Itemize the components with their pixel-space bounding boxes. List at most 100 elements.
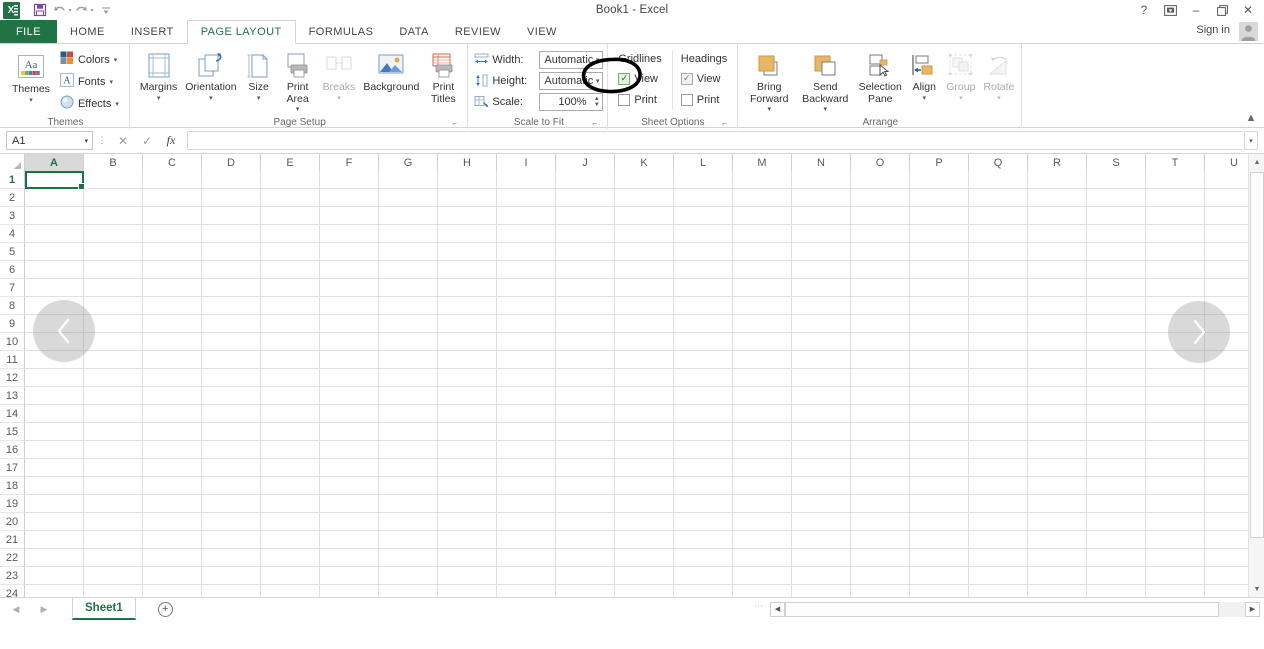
headings-print-checkbox[interactable] <box>680 93 693 106</box>
cell-J16[interactable] <box>556 441 615 459</box>
cell-J19[interactable] <box>556 495 615 513</box>
vertical-scroll-track[interactable] <box>1249 170 1264 581</box>
cell-G22[interactable] <box>379 549 438 567</box>
cell-J2[interactable] <box>556 189 615 207</box>
cell-P14[interactable] <box>910 405 969 423</box>
margins-button[interactable]: Margins ▾ <box>136 48 181 102</box>
cell-M23[interactable] <box>733 567 792 585</box>
cell-I12[interactable] <box>497 369 556 387</box>
cell-S3[interactable] <box>1087 207 1146 225</box>
cell-L19[interactable] <box>674 495 733 513</box>
cell-L2[interactable] <box>674 189 733 207</box>
cell-T19[interactable] <box>1146 495 1205 513</box>
cell-Q12[interactable] <box>969 369 1028 387</box>
cell-P11[interactable] <box>910 351 969 369</box>
cell-A15[interactable] <box>25 423 84 441</box>
cell-M3[interactable] <box>733 207 792 225</box>
cell-R17[interactable] <box>1028 459 1087 477</box>
cell-L18[interactable] <box>674 477 733 495</box>
cell-I1[interactable] <box>497 171 556 189</box>
cell-N6[interactable] <box>792 261 851 279</box>
cell-I17[interactable] <box>497 459 556 477</box>
cell-Q19[interactable] <box>969 495 1028 513</box>
cell-C12[interactable] <box>143 369 202 387</box>
cell-F20[interactable] <box>320 513 379 531</box>
cell-K20[interactable] <box>615 513 674 531</box>
cell-C19[interactable] <box>143 495 202 513</box>
cell-L16[interactable] <box>674 441 733 459</box>
row-header-9[interactable]: 9 <box>0 315 25 333</box>
cell-R4[interactable] <box>1028 225 1087 243</box>
cell-O23[interactable] <box>851 567 910 585</box>
column-header-E[interactable]: E <box>261 154 320 171</box>
cell-O6[interactable] <box>851 261 910 279</box>
cell-G2[interactable] <box>379 189 438 207</box>
vertical-scroll-thumb[interactable] <box>1250 172 1264 538</box>
orientation-button[interactable]: Orientation ▾ <box>181 48 240 102</box>
cell-N17[interactable] <box>792 459 851 477</box>
cell-D10[interactable] <box>202 333 261 351</box>
cell-H21[interactable] <box>438 531 497 549</box>
cell-D22[interactable] <box>202 549 261 567</box>
cell-F24[interactable] <box>320 585 379 597</box>
cell-L12[interactable] <box>674 369 733 387</box>
scale-to-fit-dialog-launcher[interactable]: ⌐ <box>592 119 601 128</box>
cell-Q7[interactable] <box>969 279 1028 297</box>
cell-G14[interactable] <box>379 405 438 423</box>
cell-P21[interactable] <box>910 531 969 549</box>
cell-D12[interactable] <box>202 369 261 387</box>
cell-A12[interactable] <box>25 369 84 387</box>
cell-M24[interactable] <box>733 585 792 597</box>
cell-O14[interactable] <box>851 405 910 423</box>
cell-G7[interactable] <box>379 279 438 297</box>
cell-P9[interactable] <box>910 315 969 333</box>
cell-F11[interactable] <box>320 351 379 369</box>
cell-M15[interactable] <box>733 423 792 441</box>
cell-A18[interactable] <box>25 477 84 495</box>
cell-O16[interactable] <box>851 441 910 459</box>
cell-B5[interactable] <box>84 243 143 261</box>
cell-Q16[interactable] <box>969 441 1028 459</box>
cell-H7[interactable] <box>438 279 497 297</box>
cell-O7[interactable] <box>851 279 910 297</box>
cell-T4[interactable] <box>1146 225 1205 243</box>
cell-I5[interactable] <box>497 243 556 261</box>
cell-R8[interactable] <box>1028 297 1087 315</box>
cell-S16[interactable] <box>1087 441 1146 459</box>
cell-K16[interactable] <box>615 441 674 459</box>
cell-O5[interactable] <box>851 243 910 261</box>
cell-G17[interactable] <box>379 459 438 477</box>
cell-F13[interactable] <box>320 387 379 405</box>
cell-M9[interactable] <box>733 315 792 333</box>
cell-I6[interactable] <box>497 261 556 279</box>
cell-R9[interactable] <box>1028 315 1087 333</box>
cell-L8[interactable] <box>674 297 733 315</box>
cell-C2[interactable] <box>143 189 202 207</box>
cell-Q22[interactable] <box>969 549 1028 567</box>
formula-bar-grip[interactable]: ⋮ <box>93 135 111 146</box>
cell-Q13[interactable] <box>969 387 1028 405</box>
row-header-6[interactable]: 6 <box>0 261 25 279</box>
cell-F7[interactable] <box>320 279 379 297</box>
column-header-P[interactable]: P <box>910 154 969 171</box>
row-header-20[interactable]: 20 <box>0 513 25 531</box>
cell-E13[interactable] <box>261 387 320 405</box>
tab-home[interactable]: HOME <box>57 20 118 43</box>
print-titles-button[interactable]: Print Titles <box>423 48 463 105</box>
cell-O1[interactable] <box>851 171 910 189</box>
cell-P7[interactable] <box>910 279 969 297</box>
row-header-18[interactable]: 18 <box>0 477 25 495</box>
cell-P3[interactable] <box>910 207 969 225</box>
cell-D11[interactable] <box>202 351 261 369</box>
cell-S14[interactable] <box>1087 405 1146 423</box>
cell-I24[interactable] <box>497 585 556 597</box>
cell-J9[interactable] <box>556 315 615 333</box>
rotate-button[interactable]: Rotate ▾ <box>979 48 1018 102</box>
cell-K15[interactable] <box>615 423 674 441</box>
cell-D3[interactable] <box>202 207 261 225</box>
cell-I13[interactable] <box>497 387 556 405</box>
cell-D14[interactable] <box>202 405 261 423</box>
cell-J5[interactable] <box>556 243 615 261</box>
cell-K9[interactable] <box>615 315 674 333</box>
column-header-S[interactable]: S <box>1087 154 1146 171</box>
